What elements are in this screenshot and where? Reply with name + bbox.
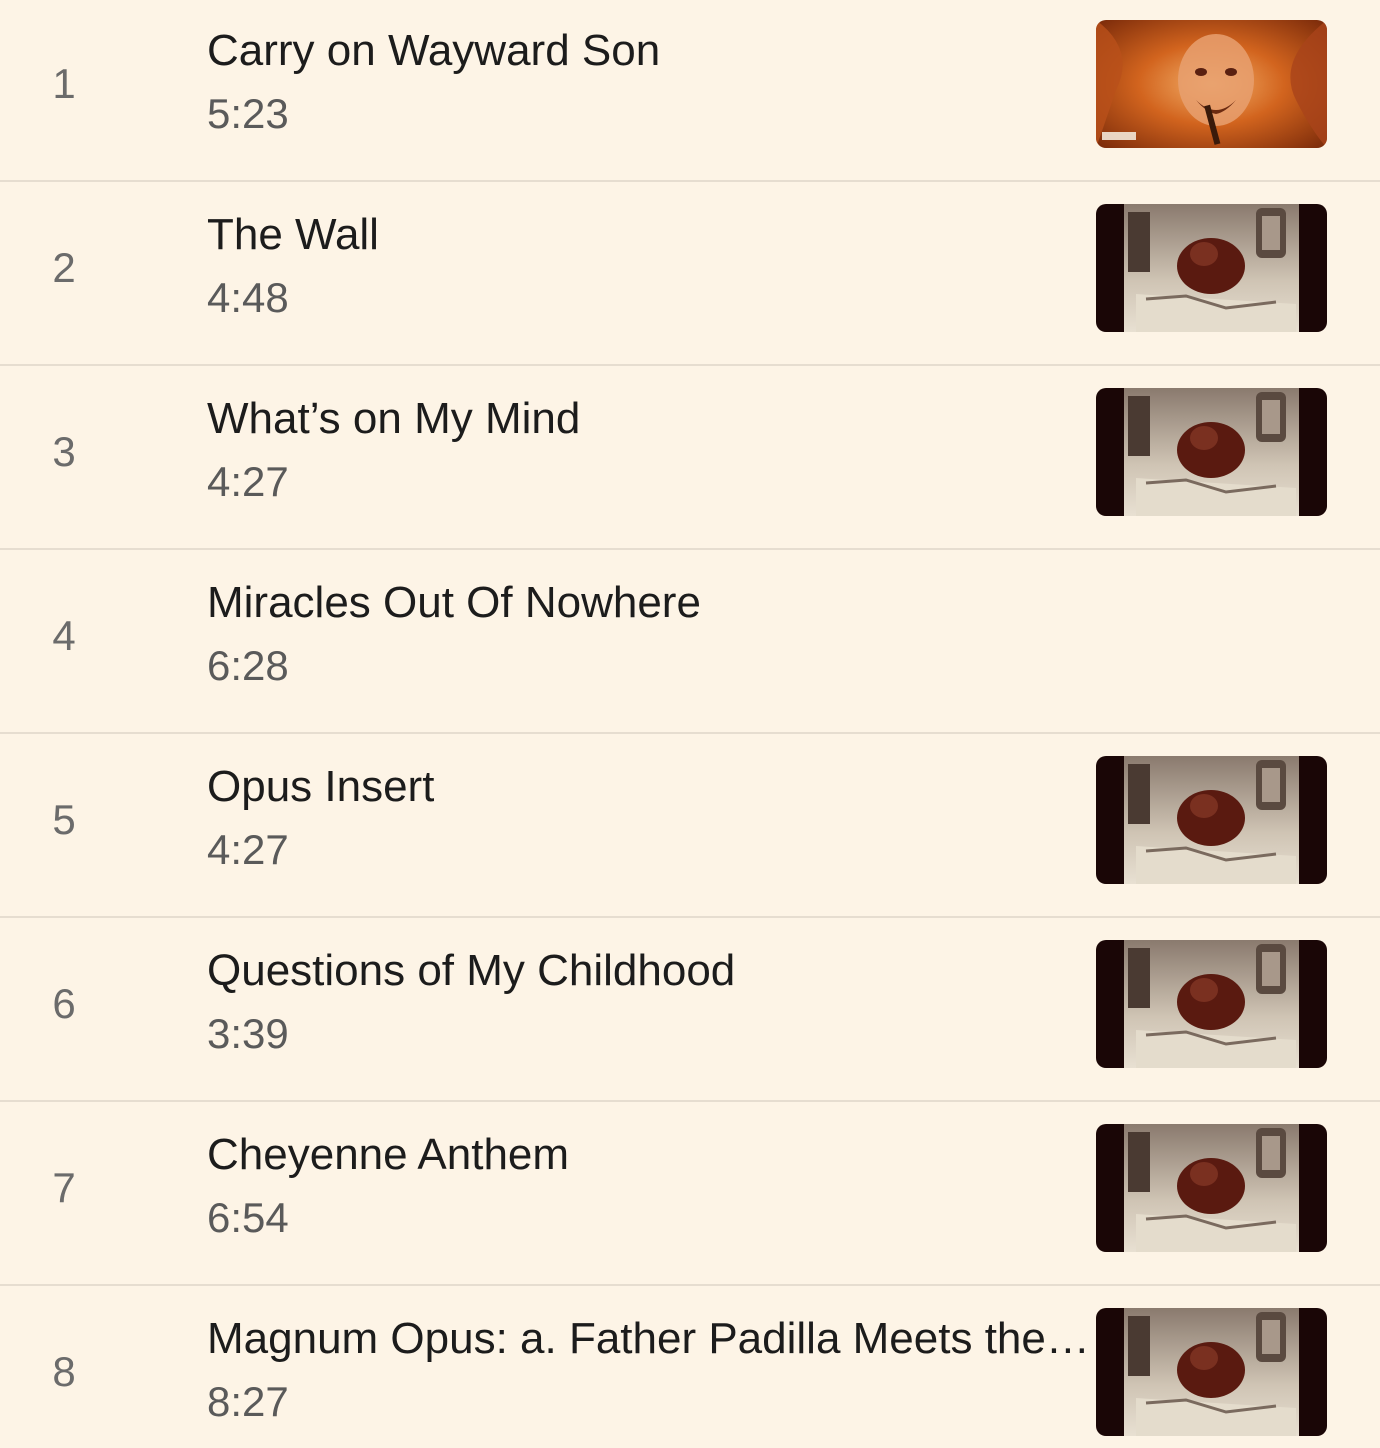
track-number: 6	[52, 980, 76, 1027]
track-title: What’s on My Mind	[207, 394, 581, 443]
track-title: Carry on Wayward Son	[207, 26, 661, 75]
track-number: 3	[52, 428, 76, 475]
track-title: Questions of My Childhood	[207, 946, 736, 995]
album-art-image	[1096, 388, 1327, 516]
track-row[interactable]: 3 What’s on My Mind 4:27	[0, 368, 1380, 550]
track-row[interactable]: 4 Miracles Out Of Nowhere 6:28	[0, 552, 1380, 734]
video-thumbnail[interactable]	[1096, 20, 1327, 148]
video-thumbnail[interactable]	[1096, 756, 1327, 884]
album-art-image	[1096, 756, 1327, 884]
track-row[interactable]: 7 Cheyenne Anthem 6:54	[0, 1104, 1380, 1286]
track-list: 1 Carry on Wayward Son 5:23 2 The Wall 4…	[0, 0, 1380, 1448]
track-number: 5	[52, 796, 76, 843]
track-duration: 3:39	[207, 1010, 289, 1057]
track-number: 2	[52, 244, 76, 291]
track-title: Miracles Out Of Nowhere	[207, 578, 701, 627]
track-number: 7	[52, 1164, 76, 1211]
video-thumbnail[interactable]	[1096, 940, 1327, 1068]
album-art-image	[1096, 1124, 1327, 1252]
video-thumbnail[interactable]	[1096, 388, 1327, 516]
video-thumbnail[interactable]	[1096, 204, 1327, 332]
track-row[interactable]: 8 Magnum Opus: a. Father Padilla Meets t…	[0, 1288, 1380, 1448]
track-title: Cheyenne Anthem	[207, 1130, 570, 1179]
track-row[interactable]: 2 The Wall 4:48	[0, 184, 1380, 366]
track-title: The Wall	[207, 210, 379, 259]
video-thumbnail[interactable]	[1096, 1308, 1327, 1436]
track-duration: 4:27	[207, 458, 289, 505]
concert-singer-image	[1096, 20, 1327, 148]
track-number: 1	[52, 60, 76, 107]
track-number: 4	[52, 612, 76, 659]
track-duration: 8:27	[207, 1378, 289, 1425]
track-title: Opus Insert	[207, 762, 435, 811]
track-row[interactable]: 6 Questions of My Childhood 3:39	[0, 920, 1380, 1102]
album-art-image	[1096, 940, 1327, 1068]
album-art-image	[1096, 204, 1327, 332]
track-duration: 4:27	[207, 826, 289, 873]
track-duration: 5:23	[207, 90, 289, 137]
track-number: 8	[52, 1348, 76, 1395]
track-duration: 4:48	[207, 274, 289, 321]
track-title: Magnum Opus: a. Father Padilla Meets the…	[207, 1314, 1092, 1363]
track-row[interactable]: 1 Carry on Wayward Son 5:23	[0, 0, 1380, 182]
album-art-image	[1096, 1308, 1327, 1436]
track-row[interactable]: 5 Opus Insert 4:27	[0, 736, 1380, 918]
video-thumbnail[interactable]	[1096, 1124, 1327, 1252]
track-duration: 6:54	[207, 1194, 289, 1241]
track-duration: 6:28	[207, 642, 289, 689]
